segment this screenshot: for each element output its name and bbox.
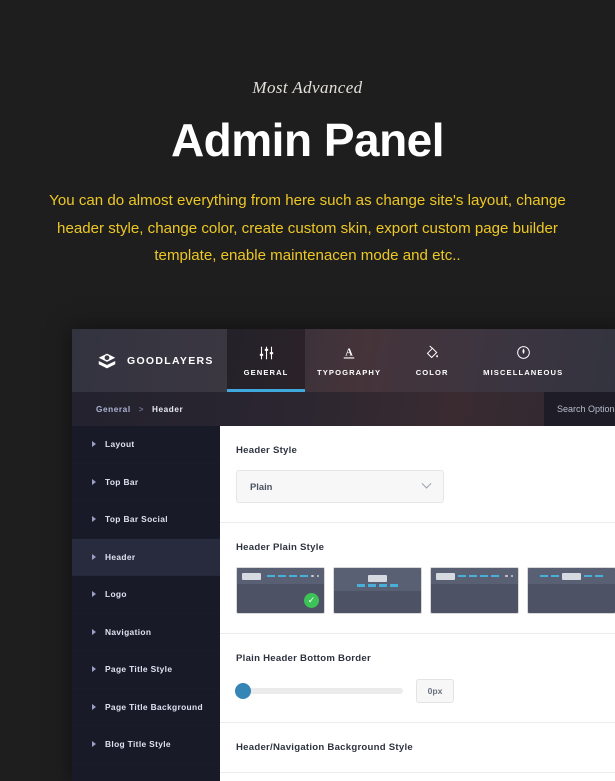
field-label: Header/Navigation Background Style (236, 742, 615, 753)
sidebar-item-label: Navigation (105, 627, 151, 637)
thumb-dot-icon (511, 575, 513, 577)
panel-content: Header Style Plain Header Plain Style (220, 426, 615, 781)
thumb-header-bar (528, 568, 615, 584)
breadcrumb-parent[interactable]: General (96, 405, 131, 414)
sidebar-item-layout[interactable]: Layout (72, 426, 220, 464)
thumb-nav-links (584, 575, 603, 577)
sidebar-item-label: Top Bar (105, 477, 138, 487)
hero-section: Most Advanced Admin Panel You can do alm… (0, 0, 615, 270)
compass-icon (516, 345, 531, 361)
goodlayers-logo-icon (96, 350, 118, 372)
sidebar-item-label: Page Title Background (105, 702, 203, 712)
thumb-logo (436, 573, 455, 580)
header-style-option-logo-left-nav-center[interactable] (430, 567, 519, 614)
breadcrumb-current: Header (152, 405, 183, 414)
field-plain-header-bottom-border: Plain Header Bottom Border 0px (220, 634, 615, 723)
tab-general-label: GENERAL (244, 368, 289, 377)
panel-sidebar: Layout Top Bar Top Bar Social Header Log… (72, 426, 220, 781)
caret-right-icon (92, 554, 96, 560)
tab-general[interactable]: GENERAL (227, 329, 305, 392)
header-plain-style-options: ✓ (236, 567, 615, 614)
border-slider-row: 0px (236, 679, 615, 703)
thumb-logo (368, 575, 387, 582)
sidebar-item-navigation[interactable]: Navigation (72, 614, 220, 652)
caret-right-icon (92, 516, 96, 522)
hero-eyebrow: Most Advanced (0, 78, 615, 98)
caret-right-icon (92, 741, 96, 747)
tab-color-label: COLOR (416, 368, 449, 377)
tab-miscellaneous[interactable]: MISCELLANEOUS (471, 329, 575, 392)
letter-a-icon: A (342, 345, 356, 361)
sidebar-item-logo[interactable]: Logo (72, 576, 220, 614)
caret-right-icon (92, 666, 96, 672)
sidebar-item-label: Page Title Style (105, 664, 172, 674)
sidebar-item-blog-title-style[interactable]: Blog Title Style (72, 726, 220, 764)
tab-miscellaneous-label: MISCELLANEOUS (483, 368, 563, 377)
hero-description: You can do almost everything from here s… (48, 187, 568, 269)
field-header-plain-style: Header Plain Style ✓ (220, 523, 615, 634)
sidebar-item-page-title-background[interactable]: Page Title Background (72, 689, 220, 727)
page-title: Admin Panel (0, 116, 615, 164)
border-slider[interactable] (236, 688, 403, 694)
caret-right-icon (92, 441, 96, 447)
field-header-style: Header Style Plain (220, 426, 615, 523)
caret-right-icon (92, 591, 96, 597)
header-style-select[interactable]: Plain (236, 470, 444, 503)
sidebar-item-label: Header (105, 552, 136, 562)
thumb-nav-links (357, 584, 398, 586)
field-label: Header Style (236, 445, 615, 456)
caret-right-icon (92, 479, 96, 485)
field-label: Header Plain Style (236, 542, 615, 553)
admin-panel-screenshot: GOODLAYERS GENERAL (72, 329, 615, 781)
thumb-logo (242, 573, 261, 580)
slider-handle[interactable] (235, 683, 251, 699)
thumb-header-bar (237, 568, 324, 584)
sidebar-item-header[interactable]: Header (72, 539, 220, 577)
sidebar-item-top-bar[interactable]: Top Bar (72, 464, 220, 502)
paint-bucket-icon (425, 345, 440, 361)
thumb-nav-links (458, 575, 499, 577)
sidebar-item-label: Layout (105, 439, 135, 449)
check-circle-icon: ✓ (304, 593, 319, 608)
thumb-dot-icon (505, 575, 507, 577)
sidebar-item-top-bar-social[interactable]: Top Bar Social (72, 501, 220, 539)
tab-typography[interactable]: A TYPOGRAPHY (305, 329, 393, 392)
breadcrumb: General > Header (72, 405, 183, 414)
chevron-down-icon (422, 479, 432, 489)
thumb-nav-links (267, 575, 308, 577)
header-style-option-nav-split-logo-center[interactable] (527, 567, 615, 614)
panel-tabs: GENERAL A TYPOGRAPHY (227, 329, 575, 392)
brand-name: GOODLAYERS (127, 355, 214, 367)
tab-typography-label: TYPOGRAPHY (317, 368, 381, 377)
panel-body: Layout Top Bar Top Bar Social Header Log… (72, 426, 615, 781)
panel-breadcrumb-bar: General > Header Search Options (72, 392, 615, 426)
field-label: Plain Header Bottom Border (236, 653, 615, 664)
thumb-header-bar (431, 568, 518, 584)
search-options-input[interactable]: Search Options (544, 392, 615, 426)
sliders-icon (259, 345, 274, 361)
caret-right-icon (92, 704, 96, 710)
field-header-navigation-background-style: Header/Navigation Background Style (220, 723, 615, 773)
svg-text:A: A (345, 347, 353, 358)
border-value-input[interactable]: 0px (416, 679, 454, 703)
thumb-header-bar (334, 568, 421, 591)
breadcrumb-separator-icon: > (139, 405, 144, 414)
thumb-nav-links (540, 575, 559, 577)
thumb-logo (562, 573, 581, 580)
panel-topbar: GOODLAYERS GENERAL (72, 329, 615, 392)
sidebar-item-label: Top Bar Social (105, 514, 168, 524)
header-style-option-logo-left-nav-right[interactable]: ✓ (236, 567, 325, 614)
header-style-option-logo-center-nav-below[interactable] (333, 567, 422, 614)
thumb-dot-icon (317, 575, 319, 577)
sidebar-item-label: Blog Title Style (105, 739, 171, 749)
sidebar-item-page-title-style[interactable]: Page Title Style (72, 651, 220, 689)
thumb-dot-icon (311, 575, 313, 577)
sidebar-item-label: Logo (105, 589, 127, 599)
header-style-selected-value: Plain (250, 481, 272, 492)
caret-right-icon (92, 629, 96, 635)
tab-color[interactable]: COLOR (393, 329, 471, 392)
brand-logo: GOODLAYERS (72, 329, 227, 392)
